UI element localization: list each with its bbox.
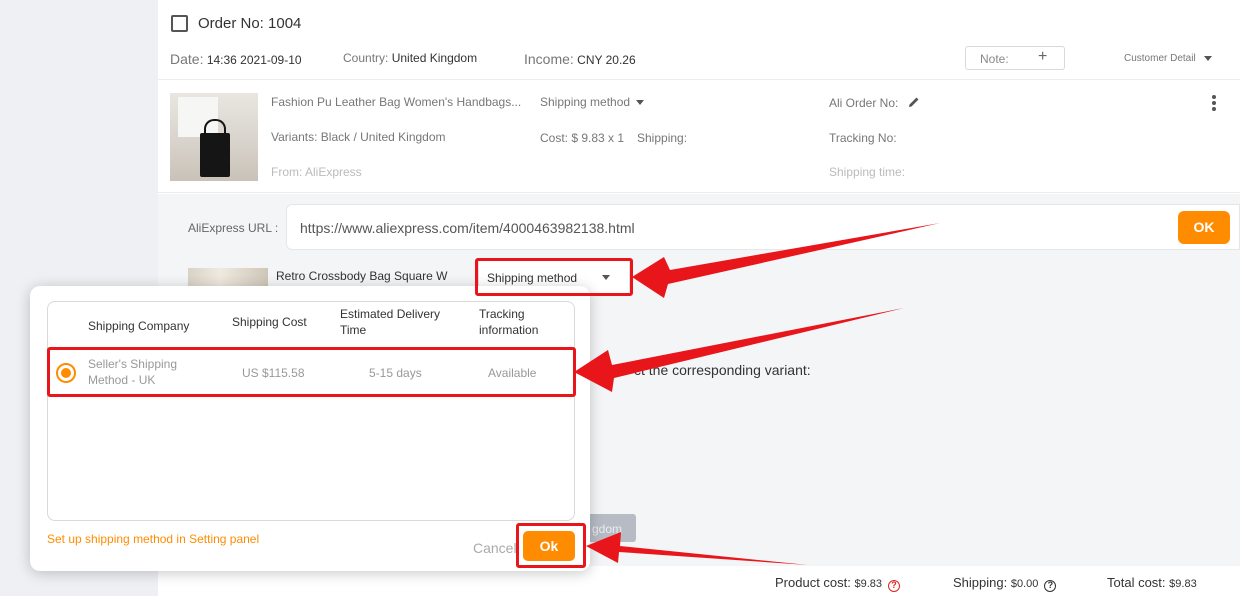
aliexpress-url-input[interactable]: https://www.aliexpress.com/item/40004639… (286, 204, 1240, 250)
order-income: Income: CNY 20.26 (524, 51, 636, 67)
product-shipping-method[interactable]: Shipping method (540, 95, 645, 109)
shipping-options-table: Shipping Company Shipping Cost Estimated… (47, 301, 575, 521)
customer-detail-label: Customer Detail (1124, 53, 1196, 64)
country-label: Country: (343, 51, 389, 65)
order-country: Country: United Kingdom (343, 51, 477, 65)
product-cost: Cost: $ 9.83 x 1 (540, 131, 625, 145)
chevron-down-icon (636, 100, 645, 106)
aliexpress-url-label: AliExpress URL : (188, 221, 279, 235)
product-cost-label: Product cost: (775, 575, 851, 590)
header-shipping-cost: Shipping Cost (232, 315, 307, 329)
product-name[interactable]: Fashion Pu Leather Bag Women's Handbags.… (271, 95, 521, 109)
product-shipping: Shipping: (637, 131, 688, 145)
footer-shipping-value: $0.00 (1010, 578, 1039, 590)
product-variants: Variants: Black / United Kingdom (271, 130, 446, 144)
header-shipping-company: Shipping Company (88, 319, 190, 333)
help-icon[interactable]: ? (1044, 580, 1057, 592)
ali-order-no: Ali Order No: (829, 96, 920, 110)
header-tracking-line1: Tracking (479, 307, 525, 321)
ali-order-no-label: Ali Order No: (829, 96, 899, 110)
shipping-time: Shipping time: (829, 165, 906, 179)
highlight-shipping-method (475, 258, 633, 296)
product-row: Fashion Pu Leather Bag Women's Handbags.… (158, 81, 1240, 193)
customer-detail-toggle[interactable]: Customer Detail (1124, 53, 1212, 64)
date-label: Date: (170, 51, 204, 67)
footer-total-cost: Total cost: $9.83 (1107, 575, 1197, 590)
chevron-down-icon (1203, 55, 1212, 61)
date-value: 14:36 2021-09-10 (206, 53, 302, 67)
shipping-method-popup: Shipping Company Shipping Cost Estimated… (30, 286, 590, 571)
header-delivery-time: Estimated Delivery Time (340, 306, 440, 338)
income-label: Income: (524, 51, 574, 67)
order-title: Order No: 1004 (198, 15, 302, 32)
footer-shipping: Shipping: $0.00? (953, 575, 1057, 592)
footer-product-cost: Product cost: $9.83? (775, 575, 901, 592)
more-vertical-icon[interactable] (1209, 95, 1219, 113)
highlight-shipping-option (47, 347, 576, 397)
note-label: Note: (980, 52, 1009, 66)
product-thumbnail (170, 93, 258, 181)
cancel-button[interactable]: Cancel (473, 540, 517, 556)
aliexpress-item-title: Retro Crossbody Bag Square W (276, 269, 448, 283)
variant-instruction-text: ct the corresponding variant: (634, 362, 811, 378)
income-value: CNY 20.26 (577, 53, 636, 67)
order-header: Order No: 1004 Date: 14:36 2021-09-10 Co… (158, 0, 1240, 80)
order-checkbox[interactable] (171, 15, 188, 32)
pencil-icon[interactable] (908, 96, 920, 108)
tracking-no: Tracking No: (829, 131, 897, 145)
order-date: Date: 14:36 2021-09-10 (170, 51, 302, 67)
product-cost-value: $9.83 (854, 578, 883, 590)
header-delivery-time-line1: Estimated Delivery (340, 307, 441, 321)
total-cost-label: Total cost: (1107, 575, 1166, 590)
total-cost-value: $9.83 (1169, 578, 1197, 590)
help-icon[interactable]: ? (888, 580, 901, 592)
header-tracking-line2: information (479, 323, 539, 337)
variant-option-label: gdom (592, 522, 623, 536)
setup-shipping-link[interactable]: Set up shipping method in Setting panel (47, 532, 259, 546)
product-source: From: AliExpress (271, 165, 362, 179)
note-button[interactable]: Note: + (965, 46, 1065, 70)
header-tracking: Tracking information (479, 306, 538, 338)
url-ok-button[interactable]: OK (1178, 211, 1230, 244)
footer-shipping-label: Shipping: (953, 575, 1008, 590)
aliexpress-url-value: https://www.aliexpress.com/item/40004639… (300, 220, 635, 236)
country-value: United Kingdom (391, 51, 478, 65)
header-delivery-time-line2: Time (340, 323, 367, 337)
plus-icon: + (1038, 48, 1048, 65)
highlight-ok-button (516, 523, 586, 568)
shipping-method-label: Shipping method (540, 95, 631, 109)
